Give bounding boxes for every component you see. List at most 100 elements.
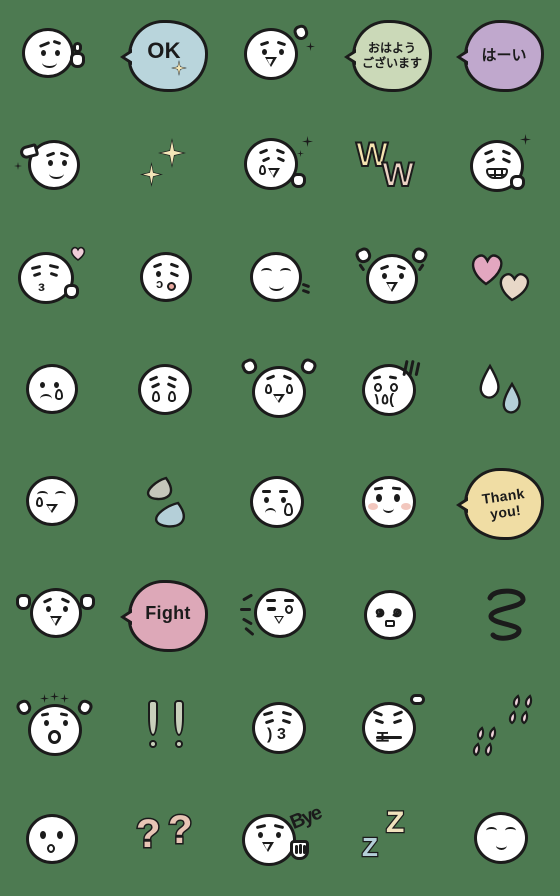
sticker-cell-bubble-haai[interactable]: はーい xyxy=(448,0,560,112)
sticker-cell-face-wink-tongue[interactable]: ɔ xyxy=(112,224,224,336)
blush-left xyxy=(368,503,378,510)
sticker-cell-face-pouting[interactable]: ) 3 xyxy=(224,672,336,784)
sticker-cell-face-salute[interactable] xyxy=(0,112,112,224)
face-kiss-heart: з xyxy=(8,232,104,328)
hand-left-raised-icon xyxy=(239,356,260,377)
sticker-cell-face-shocked-shaking[interactable] xyxy=(224,560,336,672)
sticker-cell-face-determined-fists[interactable] xyxy=(0,560,112,672)
sticker-cell-face-sobbing-smile[interactable] xyxy=(0,448,112,560)
sticker-cell-face-kiss-heart[interactable]: з xyxy=(0,224,112,336)
eye-right-arc xyxy=(55,491,66,498)
sticker-cell-sweat-drops[interactable] xyxy=(112,448,224,560)
sticker-cell-face-blush-smile[interactable] xyxy=(336,448,448,560)
hand-left-fist-icon xyxy=(16,594,31,610)
sticker-cell-face-cold-sweat[interactable] xyxy=(224,448,336,560)
face-worried: ١٥( xyxy=(344,344,440,440)
sticker-cell-face-relieved-smile[interactable] xyxy=(448,784,560,896)
sticker-cell-bubble-thank-you[interactable]: Thank you! xyxy=(448,448,560,560)
eye-right xyxy=(399,273,404,279)
mouth-small-o xyxy=(47,844,55,853)
eye-left xyxy=(376,494,382,502)
eyebrow-right xyxy=(279,490,288,493)
motion-line xyxy=(417,263,425,272)
sweat-drops xyxy=(120,456,216,552)
teardrops-group xyxy=(479,363,521,414)
eye-left-arc xyxy=(261,268,272,275)
eye-right xyxy=(63,606,68,612)
sticker-cell-face-idea-sparkle[interactable] xyxy=(224,0,336,112)
face-happy-smile xyxy=(232,232,328,328)
sticker-cell-face-angry-steam[interactable]: ェ xyxy=(336,672,448,784)
mouth-smile xyxy=(42,57,57,68)
bubble-thank-you: Thank you! xyxy=(456,456,552,552)
bubble-text-ok: OK xyxy=(147,38,181,64)
sticker-cell-letters-ww[interactable]: W W WW xyxy=(336,112,448,224)
sticker-cell-face-cheer-hands[interactable] xyxy=(336,224,448,336)
sticker-cell-face-worried[interactable]: ١٥( xyxy=(336,336,448,448)
eye-right xyxy=(279,49,284,55)
finger xyxy=(303,845,306,854)
eye-right xyxy=(55,50,60,56)
sticker-cell-face-grin-sparkle[interactable] xyxy=(448,112,560,224)
face-base xyxy=(30,588,82,638)
mouth-pout-right: 3 xyxy=(277,726,286,743)
face-dizzy: ๑ ๑ xyxy=(344,568,440,664)
sticker-cell-heart-clusters[interactable] xyxy=(448,672,560,784)
sparkle-small-icon xyxy=(297,150,304,157)
sticker-cell-face-crying[interactable] xyxy=(112,336,224,448)
mouth-inner xyxy=(276,617,282,623)
sticker-cell-double-exclamation[interactable]: !! xyxy=(112,672,224,784)
sticker-cell-sleeping-zz[interactable]: Z Z Zz xyxy=(336,784,448,896)
face-wink-tongue: ɔ xyxy=(120,232,216,328)
hand-wave-icon xyxy=(290,840,309,860)
sweat-drop-icon xyxy=(284,503,293,516)
hand-right-raised-icon xyxy=(75,697,95,718)
sticker-cell-bubble-ok[interactable]: OK xyxy=(112,0,224,112)
sticker-cell-bubble-fight[interactable]: Fight xyxy=(112,560,224,672)
face-base xyxy=(244,138,298,190)
stress-line xyxy=(408,359,415,377)
hand-right-raised-icon xyxy=(409,245,430,266)
bubble-tail-inner xyxy=(461,500,469,510)
hand-fist-icon xyxy=(510,175,525,190)
face-cold-sweat xyxy=(232,456,328,552)
mouth-rect xyxy=(385,620,395,627)
mouth-wavy: ١٥( xyxy=(373,391,395,408)
tooth-divider xyxy=(501,170,504,177)
bubble-text-greeting: おはよう ございます xyxy=(361,41,422,70)
sticker-cell-teardrops[interactable] xyxy=(448,336,560,448)
mouth-inner xyxy=(388,283,395,290)
face-determined-fists xyxy=(8,568,104,664)
sticker-cell-face-happy-smile[interactable] xyxy=(224,224,336,336)
mouth-inner xyxy=(267,58,274,65)
sticker-cell-face-surprised-hands[interactable] xyxy=(0,672,112,784)
face-angry-steam: ェ xyxy=(344,680,440,776)
sticker-cell-face-bye-wave[interactable]: Bye xyxy=(224,784,336,896)
sticker-cell-double-question[interactable]: ? ? ?? xyxy=(112,784,224,896)
sticker-cell-face-bawling-hands[interactable] xyxy=(224,336,336,448)
face-grin-sparkle xyxy=(456,120,552,216)
letter-w-second: W xyxy=(381,156,415,194)
sticker-cell-face-single-tear[interactable] xyxy=(0,336,112,448)
bubble-tail-inner xyxy=(349,52,357,62)
face-base xyxy=(474,812,528,864)
letter-z-small: Z xyxy=(361,832,379,862)
eye-left xyxy=(40,382,45,388)
bubble-text-reply: はーい xyxy=(481,46,527,64)
eyebrow-left xyxy=(262,490,271,493)
tear-icon xyxy=(259,165,266,175)
bubble-tail-inner xyxy=(461,52,469,62)
emoji-sticker-grid: Smiling face giving thumbs up OK xyxy=(0,0,560,896)
sticker-cell-sparkles[interactable] xyxy=(112,112,224,224)
sticker-cell-face-neutral[interactable] xyxy=(0,784,112,896)
bubble-tail-inner xyxy=(125,52,133,62)
sticker-cell-bubble-ohayou[interactable]: おはよう ございます xyxy=(336,0,448,112)
motion-line xyxy=(301,288,311,294)
two-hearts xyxy=(456,232,552,328)
sticker-cell-spiral-swirl[interactable] xyxy=(448,560,560,672)
face-base xyxy=(250,252,302,302)
sticker-cell-face-excited-sparkle[interactable] xyxy=(224,112,336,224)
sticker-cell-face-thumbs-up[interactable]: Smiling face giving thumbs up xyxy=(0,0,112,112)
sticker-cell-face-dizzy[interactable]: ๑ ๑ xyxy=(336,560,448,672)
sticker-cell-two-hearts[interactable] xyxy=(448,224,560,336)
